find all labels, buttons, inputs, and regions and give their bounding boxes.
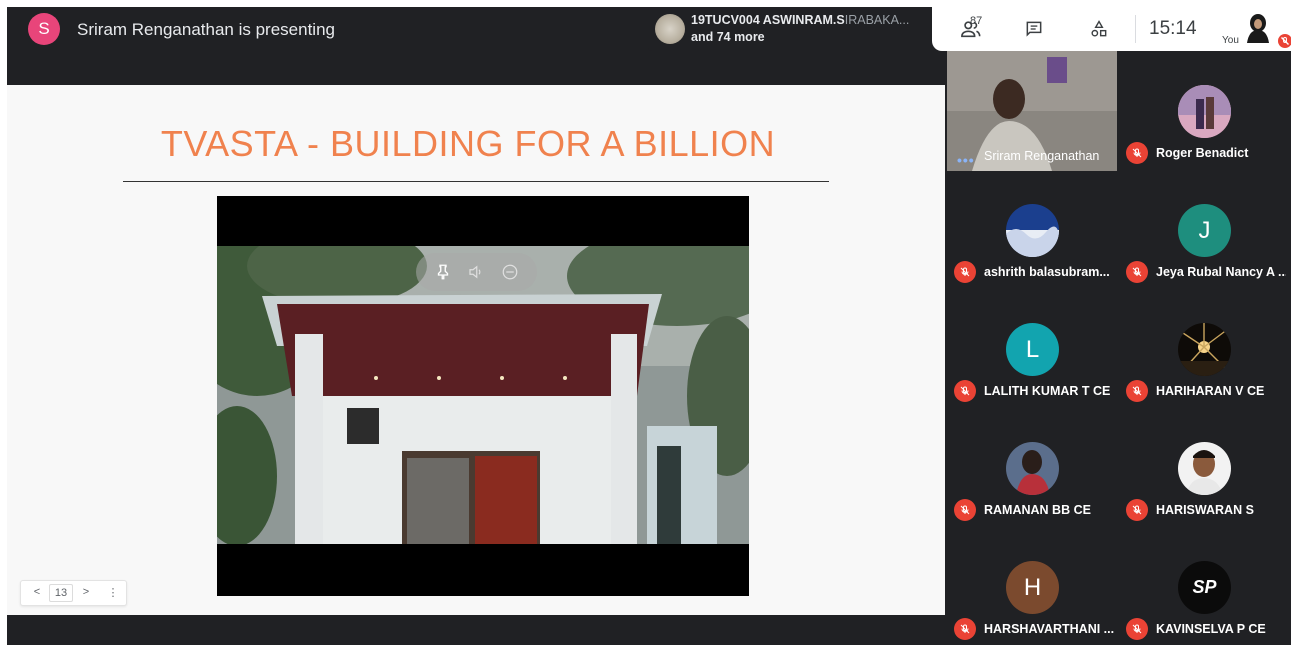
participant-avatar-letter: J [1178,204,1231,257]
participant-count: 87 [970,15,983,27]
presenter-avatar: S [28,13,60,45]
participant-name: Jeya Rubal Nancy A ... [1156,265,1286,279]
chat-icon [1026,21,1042,37]
participant-avatar-logo: SP [1178,561,1231,614]
participant-tile[interactable]: SP KAVINSELVA P CE [1119,527,1291,645]
people-button[interactable] [950,7,992,51]
participant-name: HARSHAVARTHANI ... [984,622,1114,636]
notification-name-faded: IRABAKA... [844,13,910,27]
participant-tile[interactable]: ashrith balasubram... [947,170,1119,289]
participant-avatar-letter: L [1006,323,1059,376]
shared-slide: TVASTA - BUILDING FOR A BILLION < 13 > ⋮ [7,85,945,615]
self-mic-off-icon [1278,34,1291,48]
chat-button[interactable] [1017,7,1051,51]
participant-tile[interactable]: L LALITH KUMAR T CE [947,289,1119,408]
slide-title: TVASTA - BUILDING FOR A BILLION [160,123,776,164]
mic-off-icon [954,261,976,283]
previous-slide-button[interactable]: < [31,586,43,598]
notification-line-1: 19TUCV004 ASWINRAM.SIRABAKA... [691,13,921,27]
mic-off-icon [954,499,976,521]
mic-off-icon [1126,499,1148,521]
join-notification[interactable]: 19TUCV004 ASWINRAM.SIRABAKA... and 74 mo… [648,7,941,51]
participant-avatar-photo [1178,442,1231,495]
notification-name: 19TUCV004 ASWINRAM.S [691,13,845,27]
mic-off-icon [1126,618,1148,640]
presenting-status-text: Sriram Renganathan is presenting [77,20,335,39]
participant-tile-presenter[interactable]: ••• Sriram Renganathan [947,51,1117,171]
slide-navigation: < 13 > ⋮ [20,580,127,606]
mic-off-icon [1126,380,1148,402]
self-view-tile[interactable]: You [1217,7,1291,51]
slide-divider [123,181,829,182]
participant-tile[interactable]: Roger Benadict [1119,51,1291,170]
participant-tile[interactable]: HARISWARAN S [1119,408,1291,527]
top-controls-panel: 87 15:14 You [932,7,1291,51]
activities-button[interactable] [1082,7,1116,51]
remove-icon[interactable] [499,261,521,283]
notification-line-2: and 74 more [691,30,765,44]
next-slide-button[interactable]: > [80,586,92,598]
meet-window: S Sriram Renganathan is presenting 19TUC… [7,7,1291,645]
participant-name: HARIHARAN V CE [1156,384,1265,398]
participant-avatar-photo [1006,204,1059,257]
participant-avatar-letter: H [1006,561,1059,614]
participant-tile[interactable]: HARIHARAN V CE [1119,289,1291,408]
speaking-indicator-icon: ••• [957,152,975,168]
self-view-label: You [1222,35,1239,46]
participant-name: KAVINSELVA P CE [1156,622,1266,636]
notification-avatar [655,14,685,44]
participant-name: LALITH KUMAR T CE [984,384,1111,398]
mic-off-icon [954,618,976,640]
participant-name: ashrith balasubram... [984,265,1110,279]
participant-tile[interactable]: H HARSHAVARTHANI ... [947,527,1119,645]
participant-tile[interactable]: J Jeya Rubal Nancy A ... [1119,170,1291,289]
controls-divider [1135,15,1136,43]
volume-icon[interactable] [465,261,487,283]
participant-name: Roger Benadict [1156,146,1249,160]
mic-off-icon [1126,142,1148,164]
activities-icon [1091,20,1107,37]
mic-off-icon [1126,261,1148,283]
participant-avatar-photo [1178,85,1231,138]
participant-avatar-photo [1178,323,1231,376]
participant-name: Sriram Renganathan [984,149,1100,163]
mic-off-icon [954,380,976,402]
participant-avatar-photo [1006,442,1059,495]
pin-icon[interactable] [432,261,454,283]
slide-more-options-button[interactable]: ⋮ [107,586,119,599]
meeting-clock: 15:14 [1149,18,1197,39]
slide-page-number[interactable]: 13 [49,584,73,602]
participant-tile[interactable]: RAMANAN BB CE [947,408,1119,527]
media-overlay-controls [416,253,537,291]
participant-name: HARISWARAN S [1156,503,1254,517]
participant-name: RAMANAN BB CE [984,503,1091,517]
self-view-avatar [1247,14,1269,43]
